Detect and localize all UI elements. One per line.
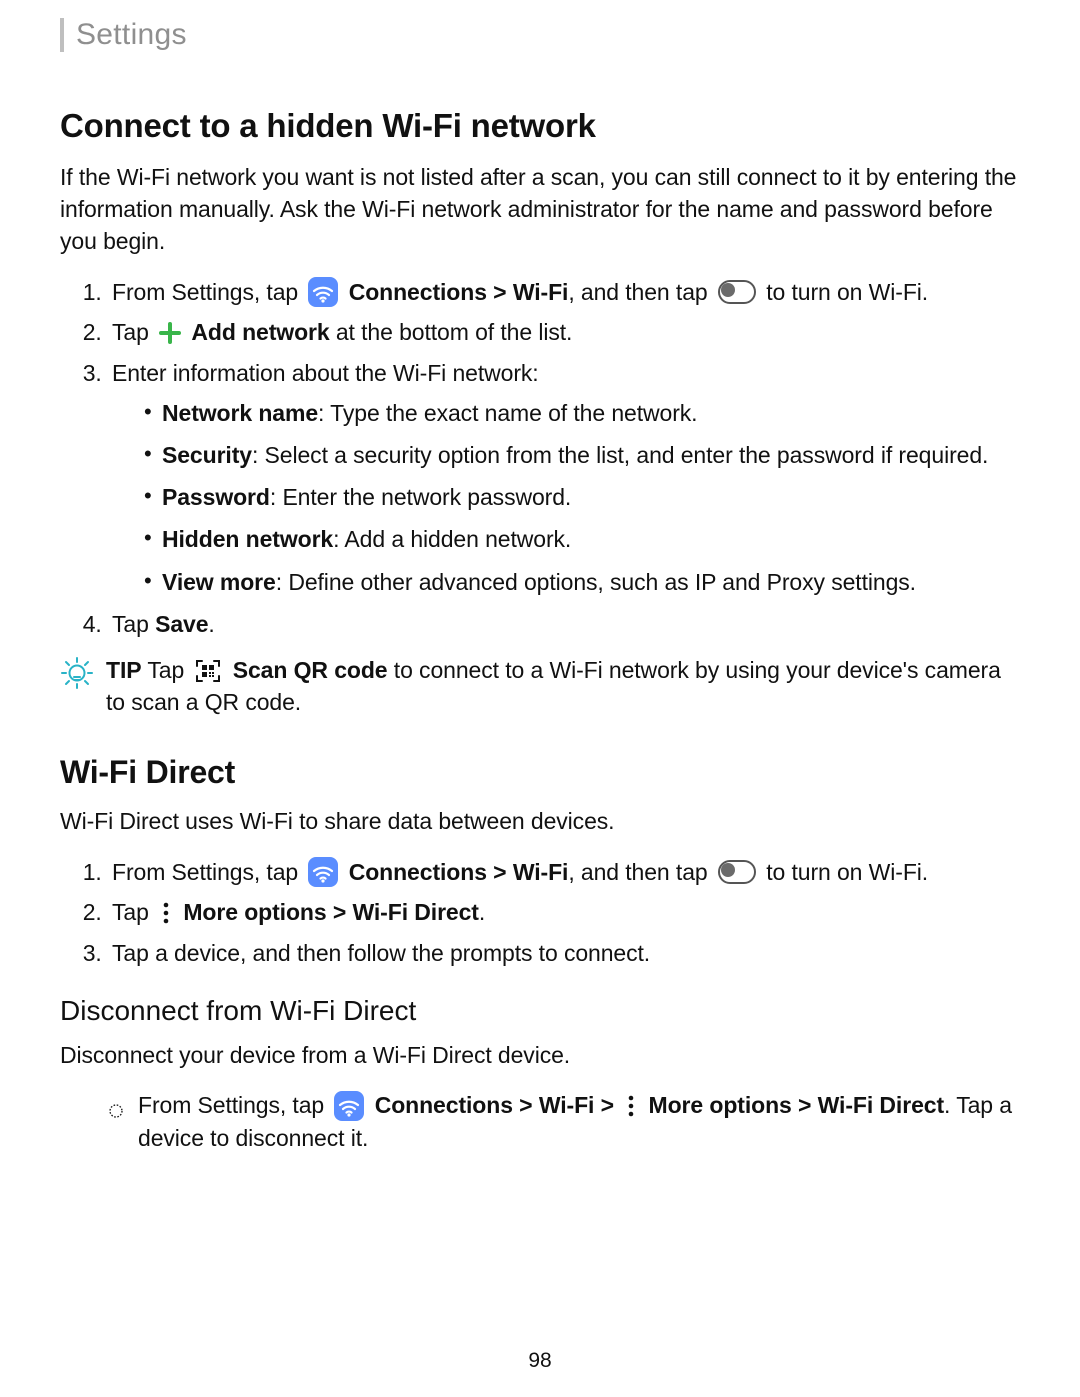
section2-heading: Wi-Fi Direct: [60, 754, 1020, 791]
step2-3: Tap a device, and then follow the prompt…: [108, 937, 1020, 969]
section3-intro: Disconnect your device from a Wi-Fi Dire…: [60, 1039, 1020, 1071]
more-options-icon: [159, 901, 173, 925]
page-number: 98: [0, 1349, 1080, 1373]
plus-icon: [159, 322, 181, 344]
step-3: Enter information about the Wi-Fi networ…: [108, 357, 1020, 598]
qr-code-icon: [194, 657, 222, 685]
bullet-security: Security: Select a security option from …: [144, 439, 1020, 471]
section3-step: From Settings, tap Connections > Wi-Fi >…: [60, 1089, 1020, 1154]
circle-bullet-icon: [108, 1095, 124, 1127]
lightbulb-icon: [60, 656, 94, 690]
step2-2: Tap More options > Wi-Fi Direct.: [108, 896, 1020, 928]
step2-1: From Settings, tap Connections > Wi-Fi, …: [108, 856, 1020, 889]
step-1: From Settings, tap Connections > Wi-Fi, …: [108, 276, 1020, 309]
disconnect-step: From Settings, tap Connections > Wi-Fi >…: [108, 1089, 1020, 1154]
wifi-icon: [308, 857, 338, 887]
section2-intro: Wi-Fi Direct uses Wi-Fi to share data be…: [60, 805, 1020, 837]
section1-steps: From Settings, tap Connections > Wi-Fi, …: [60, 276, 1020, 640]
section3-heading: Disconnect from Wi-Fi Direct: [60, 995, 1020, 1027]
section1-intro: If the Wi-Fi network you want is not lis…: [60, 161, 1020, 258]
section1-heading: Connect to a hidden Wi-Fi network: [60, 107, 1020, 145]
step-4: Tap Save.: [108, 608, 1020, 640]
tip-block: TIP Tap Scan QR code to connect to a Wi-…: [60, 654, 1020, 718]
header-title: Settings: [76, 18, 187, 51]
bullet-password: Password: Enter the network password.: [144, 481, 1020, 513]
section2-steps: From Settings, tap Connections > Wi-Fi, …: [60, 856, 1020, 969]
step3-bullets: Network name: Type the exact name of the…: [112, 397, 1020, 598]
page-header: Settings: [60, 18, 1020, 52]
more-options-icon: [624, 1094, 638, 1118]
wifi-icon: [334, 1091, 364, 1121]
bullet-network-name: Network name: Type the exact name of the…: [144, 397, 1020, 429]
bullet-hidden-network: Hidden network: Add a hidden network.: [144, 523, 1020, 555]
step-2: Tap Add network at the bottom of the lis…: [108, 316, 1020, 348]
wifi-icon: [308, 277, 338, 307]
toggle-off-icon: [718, 860, 756, 884]
bullet-view-more: View more: Define other advanced options…: [144, 566, 1020, 598]
toggle-off-icon: [718, 280, 756, 304]
